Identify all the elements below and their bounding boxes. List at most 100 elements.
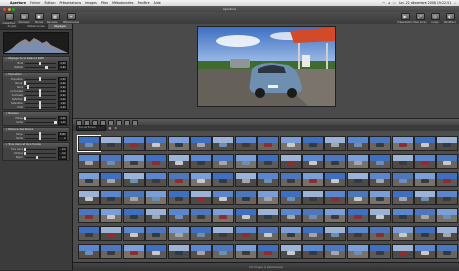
photo-thumbnail[interactable] [78,172,100,187]
main-photo[interactable] [197,26,336,107]
photo-thumbnail[interactable] [324,244,347,259]
disclosure-triangle-icon[interactable]: ▾ [6,112,7,117]
photo-thumbnail[interactable] [212,244,235,259]
new-project-button[interactable]: ▤ Nouveau [17,13,31,24]
photo-thumbnail[interactable] [100,208,123,223]
photo-thumbnail[interactable] [257,172,280,187]
photo-thumbnail[interactable] [302,226,324,241]
adjustment-slider[interactable] [23,81,56,85]
photo-thumbnail[interactable] [369,172,392,187]
photo-thumbnail[interactable] [346,226,369,241]
photo-thumbnail[interactable] [190,190,212,205]
photo-thumbnail[interactable] [100,190,123,205]
slider-knob[interactable] [39,105,42,109]
search-input[interactable]: Tous les fichiers [76,125,106,131]
adjustment-value-field[interactable]: 1,00 [57,120,67,125]
adjustment-slider[interactable] [25,65,56,70]
photo-thumbnail[interactable] [100,172,123,187]
photo-thumbnail[interactable] [414,136,436,151]
adjustment-slider[interactable] [23,151,56,156]
photo-thumbnail[interactable] [234,154,257,169]
photo-thumbnail[interactable] [122,154,145,169]
adjustment-slider[interactable] [25,85,56,89]
photo-thumbnail[interactable] [145,172,168,187]
adjustment-value-field[interactable]: 0,80 [57,65,67,70]
photo-thumbnail[interactable] [346,154,369,169]
photo-thumbnail[interactable] [414,154,436,169]
photo-thumbnail[interactable] [122,190,145,205]
adjustment-slider[interactable] [25,120,57,125]
photo-thumbnail[interactable] [346,172,369,187]
photo-thumbnail[interactable] [436,190,459,205]
photo-thumbnail[interactable] [234,244,257,259]
photo-thumbnail[interactable] [78,208,100,223]
photo-thumbnail[interactable] [436,244,459,259]
photo-thumbnail[interactable] [167,136,190,151]
photo-thumbnail[interactable] [369,226,392,241]
photo-thumbnail[interactable] [167,190,190,205]
photo-thumbnail[interactable] [414,172,436,187]
photo-thumbnail[interactable] [212,136,235,151]
photo-thumbnail[interactable] [324,190,347,205]
disclosure-triangle-icon[interactable]: ▾ [6,73,7,78]
adjustment-slider[interactable] [25,155,56,160]
adjustment-slider[interactable] [25,93,56,97]
photo-thumbnail[interactable] [436,226,459,241]
photo-thumbnail[interactable] [302,136,324,151]
photo-thumbnail[interactable] [346,208,369,223]
photo-thumbnail[interactable] [324,172,347,187]
photo-thumbnail[interactable] [391,208,414,223]
photo-thumbnail[interactable] [257,244,280,259]
photo-thumbnail[interactable] [257,208,280,223]
photo-thumbnail[interactable] [167,208,190,223]
photo-thumbnail[interactable] [257,190,280,205]
photo-thumbnail[interactable] [279,190,302,205]
photo-thumbnail[interactable] [391,154,414,169]
new-selection-button[interactable]: ▦ Nouvelle sélection [47,13,63,27]
photo-thumbnail[interactable] [78,190,100,205]
photo-thumbnail[interactable] [369,154,392,169]
photo-thumbnail[interactable] [279,244,302,259]
slider-knob[interactable] [54,120,57,125]
photo-thumbnail[interactable] [369,136,392,151]
photo-thumbnail[interactable] [369,190,392,205]
slider-knob[interactable] [26,85,30,89]
adjustment-slider[interactable] [25,101,56,105]
photo-thumbnail[interactable] [346,190,369,205]
adjustment-slider[interactable] [25,77,56,81]
tab-adjustments[interactable]: Réglages [48,24,72,29]
photo-thumbnail[interactable] [145,244,168,259]
photo-thumbnail[interactable] [414,208,436,223]
photo-thumbnail[interactable] [234,172,257,187]
photo-thumbnail[interactable] [324,136,347,151]
photo-thumbnail[interactable] [167,172,190,187]
bw-button[interactable]: ◐ Noir/Blanc [443,13,457,24]
photo-thumbnail[interactable] [145,226,168,241]
photo-thumbnail[interactable] [346,136,369,151]
photo-thumbnail[interactable] [324,226,347,241]
photo-thumbnail[interactable] [190,136,212,151]
photo-thumbnail[interactable] [234,208,257,223]
photo-thumbnail[interactable] [212,208,235,223]
photo-thumbnail[interactable] [122,226,145,241]
photo-thumbnail[interactable] [77,135,101,152]
photo-thumbnail[interactable] [190,208,212,223]
slider-knob[interactable] [23,116,27,121]
disclosure-triangle-icon[interactable]: ▾ [6,57,7,62]
loupe-button[interactable]: ◎ Loupe [428,13,442,24]
photo-thumbnail[interactable] [190,244,212,259]
photo-thumbnail[interactable] [190,154,212,169]
photo-thumbnail[interactable] [212,154,235,169]
slider-knob[interactable] [45,65,48,70]
photo-thumbnail[interactable] [279,136,302,151]
photo-thumbnail[interactable] [279,154,302,169]
presentation-button[interactable]: ▶ Présentation [398,13,413,24]
photo-thumbnail[interactable] [436,154,459,169]
inspector-button[interactable]: ⓘ Inspecteur [2,13,16,25]
photo-thumbnail[interactable] [391,172,414,187]
adjustment-value-field[interactable]: 0,0 [57,155,67,160]
photo-thumbnail[interactable] [100,136,123,151]
photo-thumbnail[interactable] [212,226,235,241]
photo-thumbnail[interactable] [122,136,145,151]
photo-thumbnail[interactable] [302,208,324,223]
